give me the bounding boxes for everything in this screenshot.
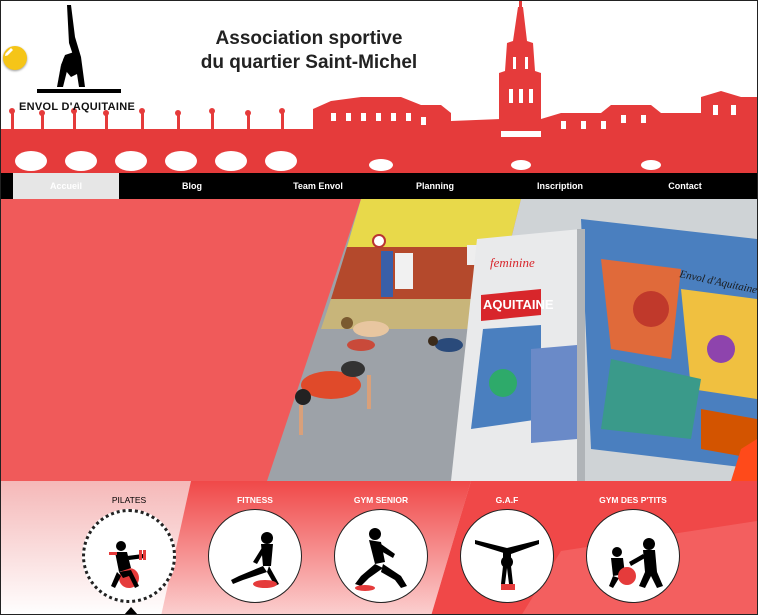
activity-label-pilates: PILATES — [111, 495, 147, 505]
activities-strip: PILATES FITNESS GYM SENIOR G.A.F GYM DES… — [1, 481, 757, 614]
activity-gym-senior[interactable]: GYM SENIOR — [326, 495, 436, 603]
header-banner: Association sportive du quartier Saint-M… — [1, 1, 757, 173]
kids-gym-icon — [609, 538, 663, 588]
pilates-ball-icon — [109, 541, 146, 588]
nav-item-accueil[interactable]: Accueil — [13, 173, 119, 199]
main-nav: Accueil Blog Team Envol Planning Inscrip… — [1, 173, 757, 199]
activity-label-gym-senior: GYM SENIOR — [353, 495, 409, 505]
nav-item-blog[interactable]: Blog — [119, 173, 265, 199]
activity-label-gym-des-ptits: GYM DES P'TITS — [599, 495, 667, 505]
edit-button[interactable] — [3, 46, 27, 70]
activity-pilates[interactable]: PILATES — [74, 495, 184, 603]
activity-fitness[interactable]: FITNESS — [200, 495, 310, 603]
nav-item-inscription[interactable]: Inscription — [499, 173, 621, 199]
gymnast-split-icon — [475, 540, 539, 590]
hero-slideshow[interactable]: feminine AQUITAINE Envol d'Aquitaine — [1, 199, 757, 481]
wall-text-aquitaine: AQUITAINE — [483, 297, 554, 312]
page-frame: Association sportive du quartier Saint-M… — [0, 0, 758, 615]
activity-circle-fitness — [208, 509, 302, 603]
nav-item-team-envol[interactable]: Team Envol — [265, 173, 371, 199]
fitness-stretch-icon — [231, 532, 279, 588]
activity-circle-pilates — [82, 509, 176, 603]
nav-item-planning[interactable]: Planning — [371, 173, 499, 199]
site-title-line1: Association sportive — [215, 28, 403, 49]
pencil-icon — [5, 48, 13, 56]
site-title-line2: du quartier Saint-Michel — [200, 52, 418, 73]
active-activity-pointer — [124, 607, 138, 614]
nav-item-contact[interactable]: Contact — [621, 173, 749, 199]
activity-label-fitness: FITNESS — [237, 495, 273, 505]
activity-label-gaf: G.A.F — [495, 495, 519, 505]
activity-circle-gym-senior — [334, 509, 428, 603]
activity-circle-gym-des-ptits — [586, 509, 680, 603]
hero-photo-collage: feminine AQUITAINE Envol d'Aquitaine — [1, 199, 757, 481]
wall-text-feminine: feminine — [490, 255, 535, 270]
activity-gaf[interactable]: G.A.F — [452, 495, 562, 603]
senior-lunge-icon — [355, 528, 407, 591]
mural-wall-photo — [451, 199, 757, 481]
logo-text: ENVOL D'AQUITAINE — [19, 101, 136, 113]
activity-gym-des-ptits[interactable]: GYM DES P'TITS — [578, 495, 688, 603]
site-title: Association sportive du quartier Saint-M… — [191, 27, 427, 75]
activity-circle-gaf — [460, 509, 554, 603]
